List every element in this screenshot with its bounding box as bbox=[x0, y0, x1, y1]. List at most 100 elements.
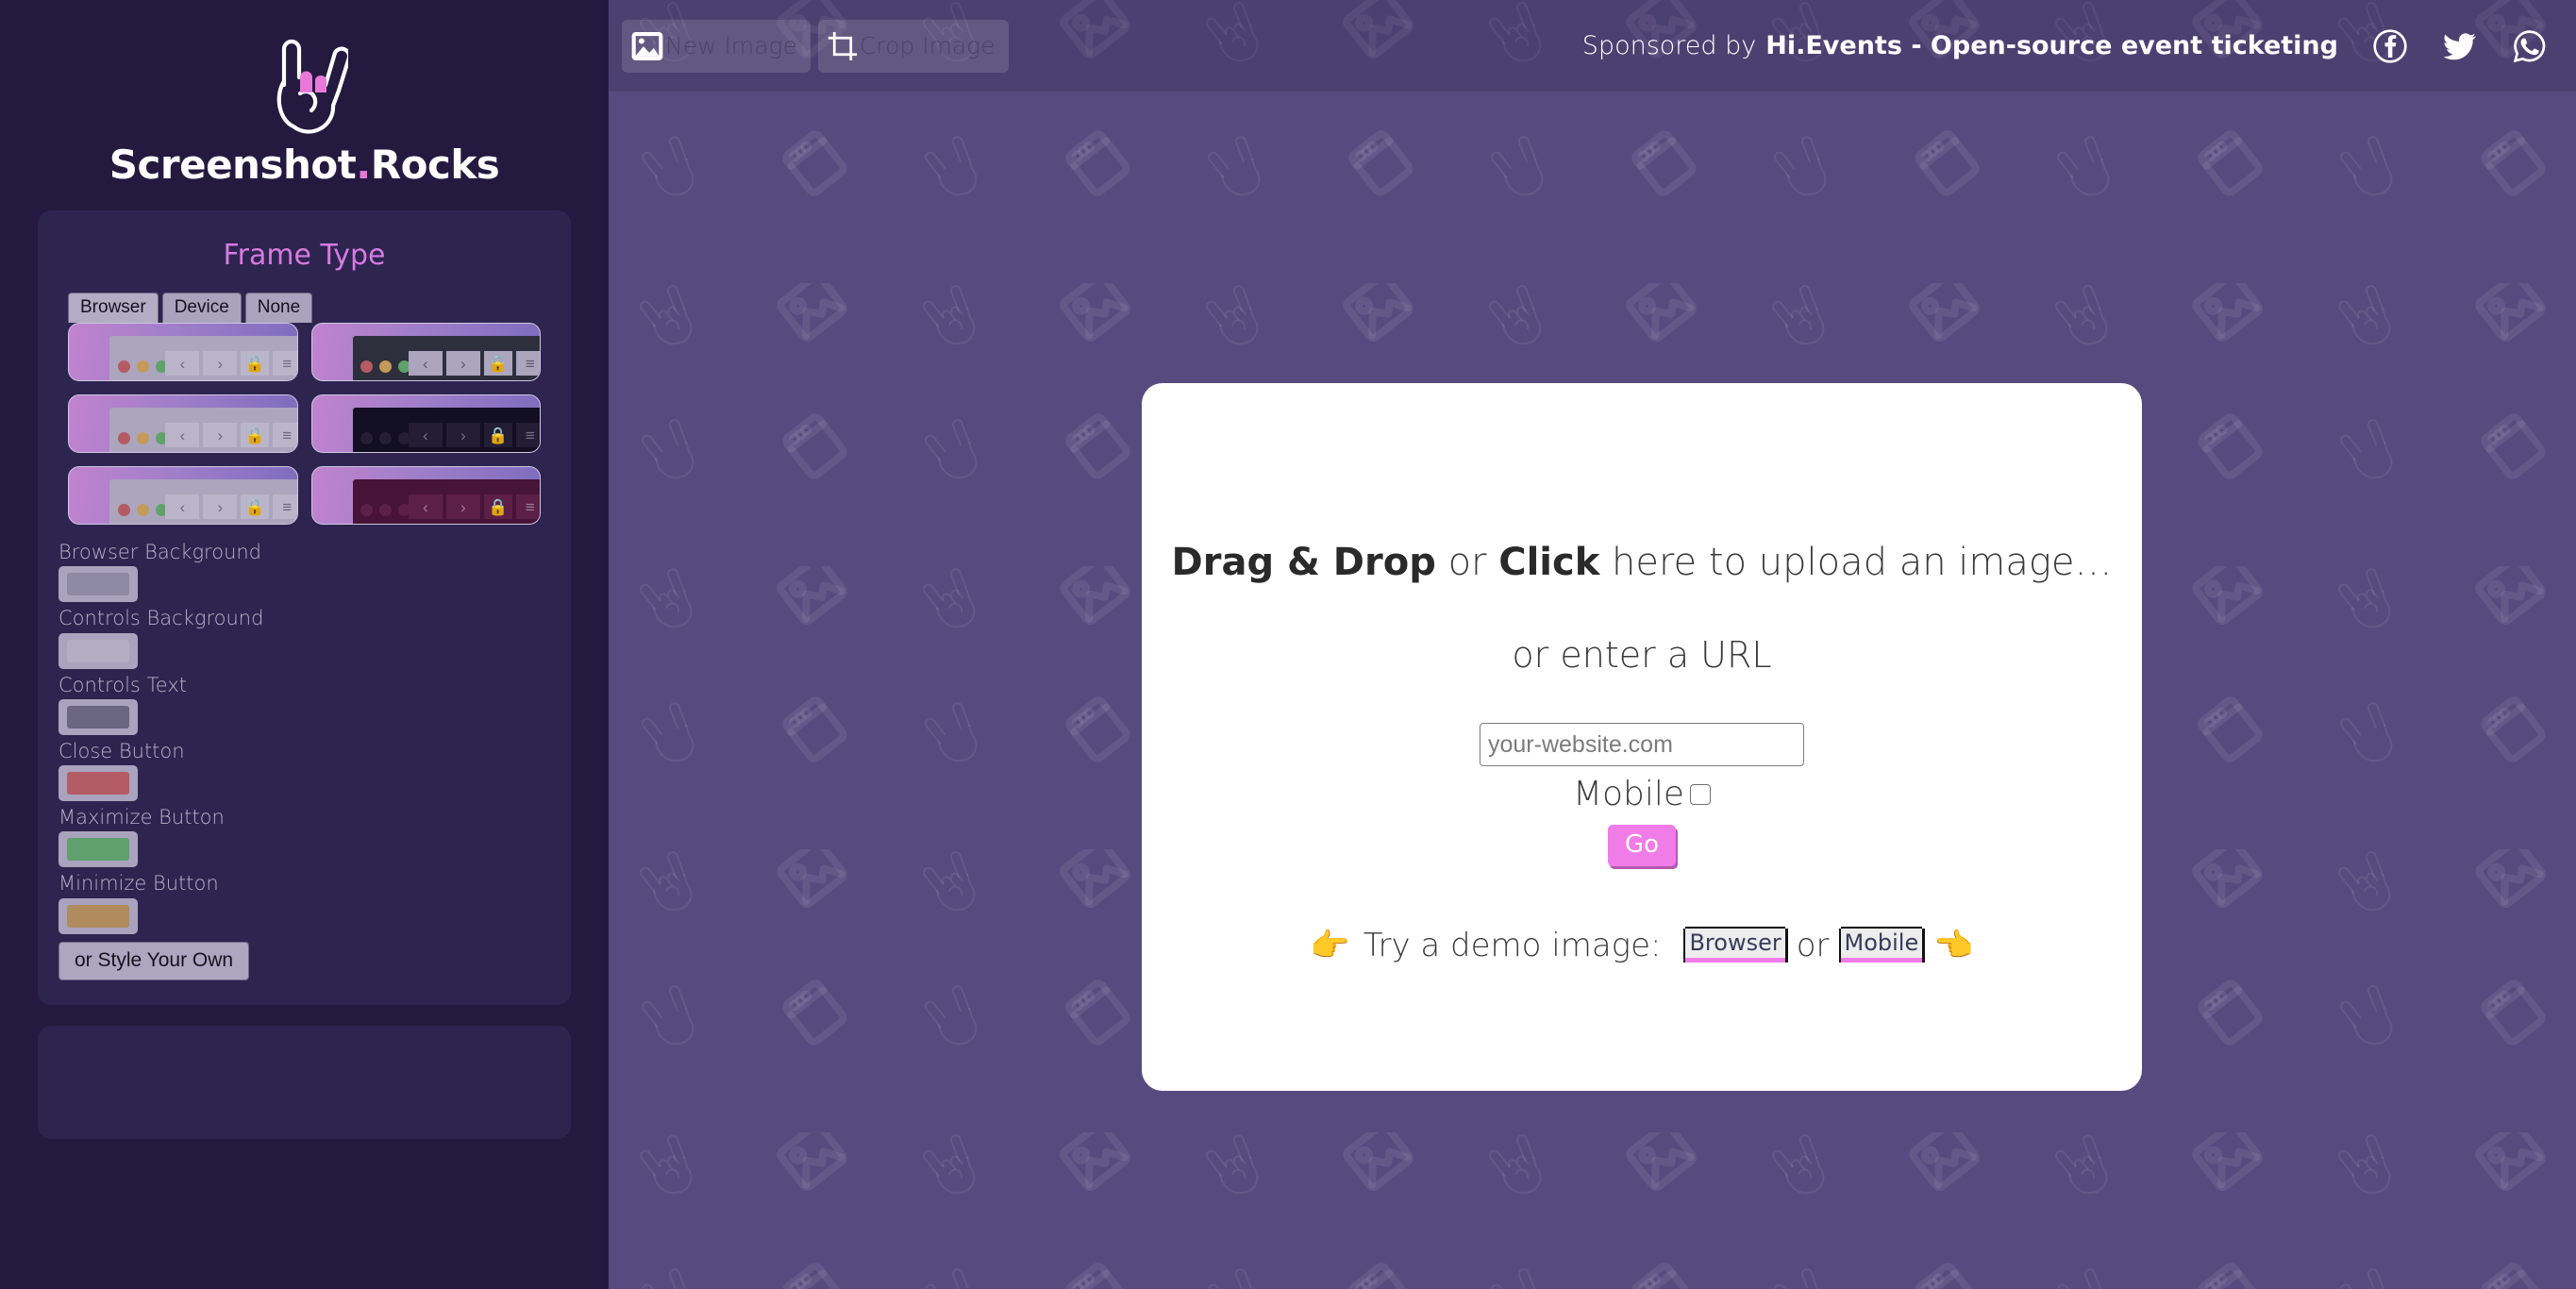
lock-icon: 🔒 bbox=[241, 494, 270, 520]
traffic-light-dots bbox=[360, 431, 411, 444]
brand-name-suffix: Rocks bbox=[370, 142, 500, 188]
brand-name-dot: . bbox=[356, 142, 371, 188]
menu-icon: ≡ bbox=[515, 423, 541, 448]
frame-thumbnail[interactable]: ‹ › 🔒 ≡ bbox=[310, 466, 541, 525]
swatch-controls-background[interactable] bbox=[59, 632, 138, 669]
color-row-maximize-button: Maximize Button bbox=[59, 805, 550, 868]
back-arrow-icon: ‹ bbox=[165, 351, 200, 377]
drag-drop-emphasis: Drag & Drop bbox=[1171, 541, 1436, 584]
sponsor-area: Sponsored by Hi.Events - Open-source eve… bbox=[1582, 28, 2576, 64]
color-row-minimize-button: Minimize Button bbox=[59, 871, 550, 934]
swatch-color bbox=[67, 772, 129, 795]
thumb-nav-controls: ‹ › 🔒 ≡ bbox=[165, 423, 297, 448]
upload-dropzone-card[interactable]: Drag & Drop or Click here to upload an i… bbox=[1142, 383, 2142, 1091]
frame-thumbnail[interactable]: ‹ › 🔒 ≡ bbox=[68, 323, 298, 381]
lock-icon: 🔒 bbox=[483, 423, 512, 448]
top-toolbar: New Image Crop Image Sponsored by Hi.Eve… bbox=[609, 0, 2576, 92]
forward-arrow-icon: › bbox=[203, 494, 238, 520]
whatsapp-icon[interactable] bbox=[2512, 28, 2548, 64]
back-arrow-icon: ‹ bbox=[165, 494, 200, 520]
swatch-controls-text[interactable] bbox=[59, 698, 138, 735]
back-arrow-icon: ‹ bbox=[408, 423, 443, 448]
traffic-light-dots bbox=[117, 360, 168, 373]
drop-tail-text: here to upload an image… bbox=[1599, 541, 2113, 584]
mobile-checkbox[interactable] bbox=[1690, 783, 1712, 805]
thumb-nav-controls: ‹ › 🔒 ≡ bbox=[408, 351, 541, 377]
tab-browser[interactable]: Browser bbox=[68, 293, 159, 323]
mobile-label: Mobile bbox=[1572, 775, 1685, 813]
facebook-icon[interactable] bbox=[2372, 28, 2408, 64]
menu-icon: ≡ bbox=[273, 423, 297, 448]
dropzone-instruction: Drag & Drop or Click here to upload an i… bbox=[1172, 541, 2113, 584]
traffic-light-dots bbox=[360, 503, 411, 516]
drop-mid-text: or bbox=[1435, 541, 1499, 584]
thumb-nav-controls: ‹ › 🔒 ≡ bbox=[165, 351, 297, 377]
color-row-browser-background: Browser Background bbox=[59, 540, 550, 603]
forward-arrow-icon: › bbox=[445, 494, 480, 520]
demo-browser-button[interactable]: Browser bbox=[1685, 929, 1785, 963]
frame-thumbnail[interactable]: ‹ › 🔒 ≡ bbox=[68, 394, 298, 453]
app-root: Screenshot.Rocks Frame Type Browser Devi… bbox=[0, 0, 2576, 1289]
menu-icon: ≡ bbox=[515, 351, 541, 377]
swatch-browser-background[interactable] bbox=[59, 566, 138, 603]
traffic-light-dots bbox=[117, 503, 168, 516]
frame-thumbnail[interactable]: ‹ › 🔒 ≡ bbox=[310, 323, 541, 381]
demo-image-row: 👉 Try a demo image: Browser or Mobile 👈 bbox=[1310, 927, 1973, 964]
tab-device[interactable]: Device bbox=[161, 293, 242, 323]
demo-or-label: or bbox=[1796, 927, 1830, 964]
go-button[interactable]: Go bbox=[1607, 825, 1677, 866]
swatch-color bbox=[67, 639, 129, 662]
secondary-panel bbox=[38, 1025, 571, 1139]
rock-hand-icon bbox=[276, 39, 348, 134]
crop-image-button[interactable]: Crop Image bbox=[817, 19, 1009, 73]
color-row-controls-text: Controls Text bbox=[59, 673, 550, 735]
tab-none[interactable]: None bbox=[244, 293, 313, 323]
url-input[interactable] bbox=[1480, 723, 1804, 766]
new-image-button[interactable]: New Image bbox=[622, 19, 811, 73]
twitter-icon[interactable] bbox=[2442, 28, 2478, 64]
sidebar: Screenshot.Rocks Frame Type Browser Devi… bbox=[0, 0, 609, 1289]
lock-icon: 🔒 bbox=[483, 351, 512, 377]
crop-icon bbox=[828, 31, 858, 60]
forward-arrow-icon: › bbox=[203, 423, 238, 448]
label-maximize-button: Maximize Button bbox=[59, 806, 225, 829]
label-close-button: Close Button bbox=[59, 739, 185, 762]
label-controls-background: Controls Background bbox=[59, 607, 264, 630]
back-arrow-icon: ‹ bbox=[408, 351, 443, 377]
forward-arrow-icon: › bbox=[445, 423, 480, 448]
demo-prefix-label: Try a demo image: bbox=[1363, 927, 1662, 964]
menu-icon: ≡ bbox=[515, 494, 541, 520]
brand-logo[interactable]: Screenshot.Rocks bbox=[0, 0, 609, 188]
swatch-color bbox=[67, 705, 129, 728]
frame-type-panel: Frame Type Browser Device None ‹ › 🔒 ≡ ‹ › 🔒 ≡ ‹… bbox=[38, 210, 571, 1005]
sponsor-link[interactable]: Hi.Events - Open-source event ticketing bbox=[1765, 31, 2338, 60]
click-emphasis: Click bbox=[1498, 541, 1600, 584]
url-prompt: or enter a URL bbox=[1512, 634, 1772, 676]
image-icon bbox=[631, 31, 663, 60]
forward-arrow-icon: › bbox=[445, 351, 480, 377]
swatch-close-button[interactable] bbox=[59, 765, 138, 801]
label-browser-background: Browser Background bbox=[59, 541, 262, 563]
brand-name: Screenshot.Rocks bbox=[109, 142, 500, 188]
frame-thumbnail[interactable]: ‹ › 🔒 ≡ bbox=[68, 466, 298, 525]
style-your-own-button[interactable]: or Style Your Own bbox=[59, 941, 250, 980]
lock-icon: 🔒 bbox=[241, 351, 270, 377]
frame-type-tabs: Browser Device None bbox=[68, 293, 550, 323]
panel-title-frame-type: Frame Type bbox=[223, 239, 386, 272]
sponsor-prefix: Sponsored by bbox=[1581, 31, 1757, 60]
main-canvas[interactable]: New Image Crop Image Sponsored by Hi.Eve… bbox=[609, 0, 2576, 1289]
swatch-maximize-button[interactable] bbox=[59, 831, 138, 868]
crop-image-label: Crop Image bbox=[859, 32, 995, 59]
lock-icon: 🔒 bbox=[241, 423, 270, 448]
swatch-minimize-button[interactable] bbox=[59, 897, 138, 934]
brand-name-main: Screenshot bbox=[109, 142, 357, 188]
color-settings-list: Browser Background Controls Background C… bbox=[59, 540, 550, 934]
demo-mobile-button[interactable]: Mobile bbox=[1840, 929, 1923, 963]
thumb-browser-body: ‹ › 🔒 ≡ bbox=[352, 479, 541, 524]
new-image-label: New Image bbox=[665, 32, 797, 59]
frame-thumbnail-grid: ‹ › 🔒 ≡ ‹ › 🔒 ≡ ‹ › 🔒 ≡ ‹ › 🔒 ≡ ‹ › 🔒 ≡ ‹ › 🔒 ≡ bbox=[59, 323, 550, 525]
back-arrow-icon: ‹ bbox=[408, 494, 443, 520]
thumb-browser-body: ‹ › 🔒 ≡ bbox=[109, 336, 297, 380]
lock-icon: 🔒 bbox=[483, 494, 512, 520]
frame-thumbnail[interactable]: ‹ › 🔒 ≡ bbox=[310, 394, 541, 453]
